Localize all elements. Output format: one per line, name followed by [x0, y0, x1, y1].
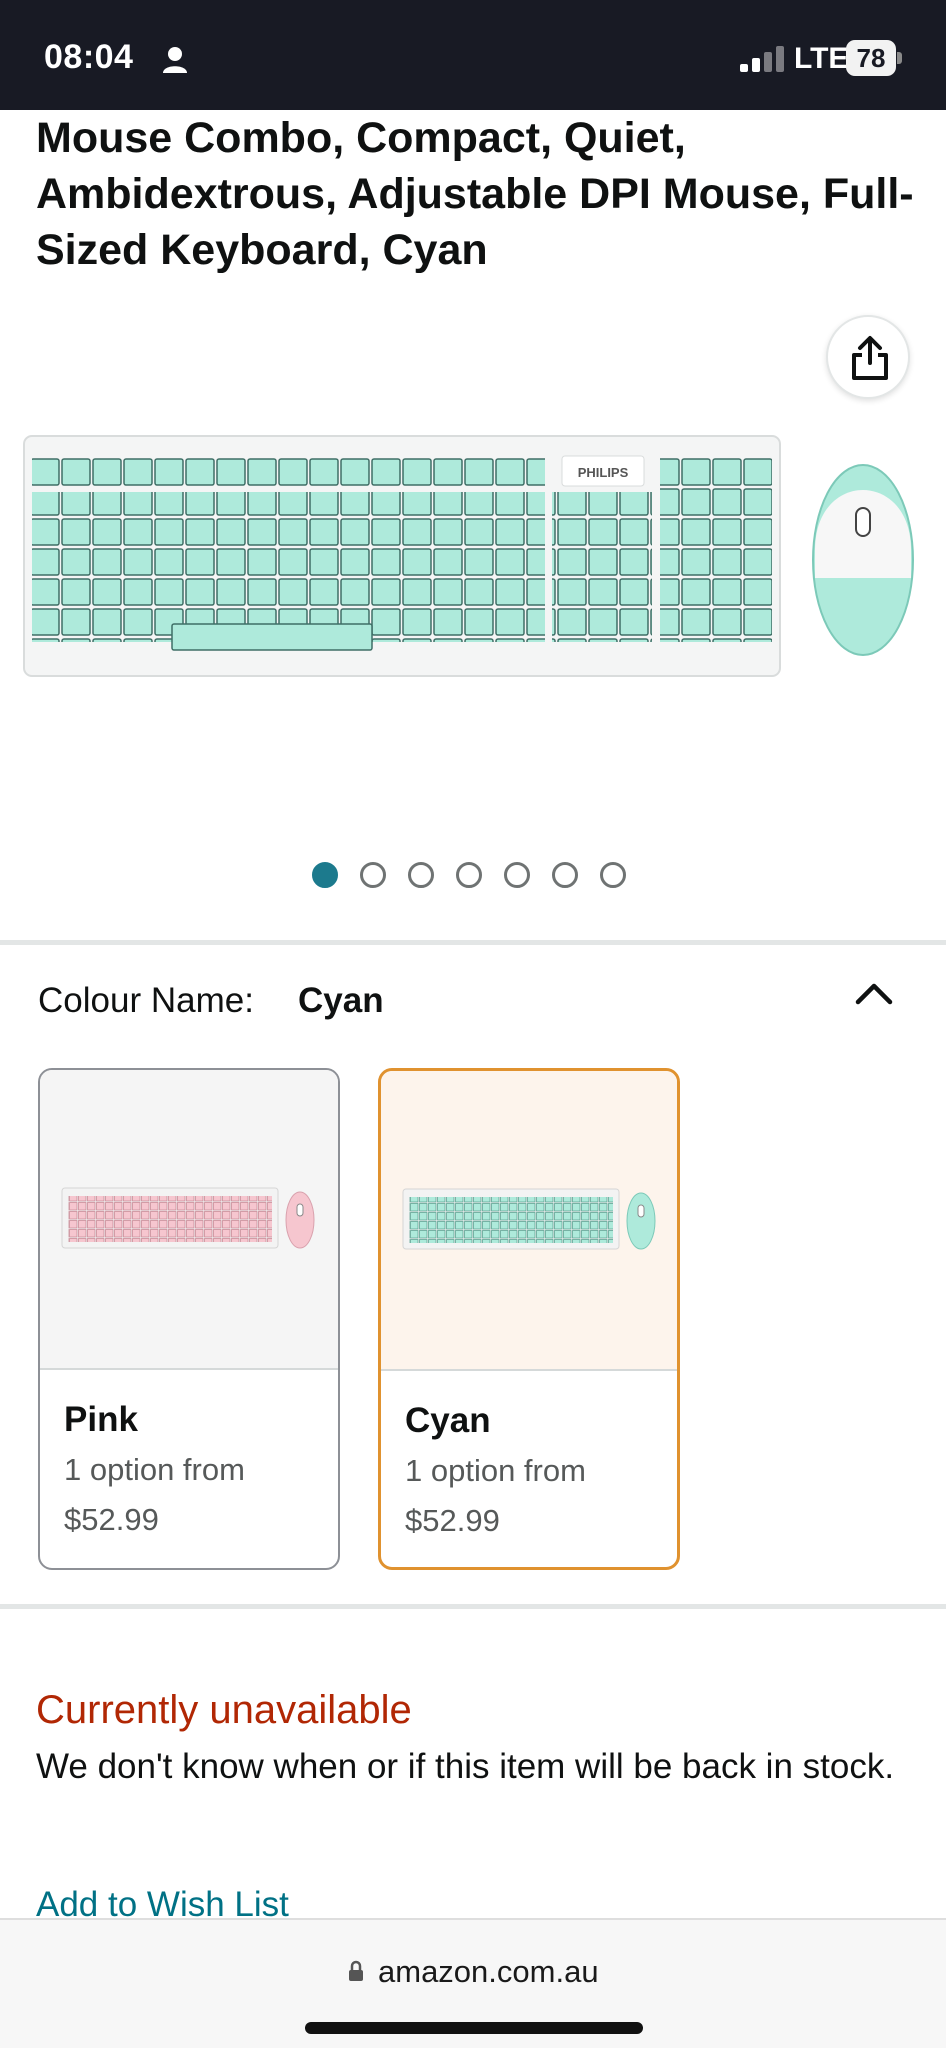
carousel-dot[interactable] — [408, 862, 434, 888]
carousel-dot[interactable] — [360, 862, 386, 888]
chevron-up-icon[interactable] — [852, 978, 896, 1008]
carousel-dot[interactable] — [504, 862, 530, 888]
browser-address-bar[interactable]: amazon.com.au — [0, 1918, 946, 2048]
share-icon — [852, 336, 888, 380]
image-carousel-dots[interactable] — [312, 862, 626, 890]
network-label: LTE — [794, 42, 849, 75]
product-title-container: Philips Wireless (2.4G) Keyboard and Mou… — [36, 110, 916, 290]
selected-colour-value: Cyan — [298, 981, 384, 1020]
swatch-image-cyan — [381, 1071, 677, 1371]
carousel-dot[interactable] — [600, 862, 626, 888]
carousel-dot[interactable] — [312, 862, 338, 888]
status-time: 08:04 — [44, 38, 134, 76]
section-divider — [0, 940, 946, 945]
swatch-name: Pink — [64, 1400, 138, 1439]
swatch-option-text: 1 option from — [64, 1452, 245, 1487]
colour-option-pink[interactable]: Pink 1 option from $52.99 — [38, 1068, 340, 1570]
swatch-price: $52.99 — [405, 1503, 500, 1538]
product-image[interactable]: PHILIPS — [22, 430, 942, 690]
url-text[interactable]: amazon.com.au — [378, 1954, 599, 1990]
home-indicator[interactable] — [305, 2022, 643, 2034]
swatch-price: $52.99 — [64, 1502, 159, 1537]
carousel-dot[interactable] — [552, 862, 578, 888]
signal-icon — [740, 46, 784, 72]
colour-option-cyan[interactable]: Cyan 1 option from $52.99 — [378, 1068, 680, 1570]
swatch-image-pink — [40, 1070, 338, 1370]
colour-label: Colour Name: — [38, 981, 254, 1020]
wishlist-link-container[interactable]: Add to Wish List — [36, 1880, 436, 1918]
brand-logo: PHILIPS — [578, 465, 629, 480]
person-icon — [163, 47, 187, 73]
product-title: Philips Wireless (2.4G) Keyboard and Mou… — [36, 114, 914, 274]
share-button[interactable] — [826, 315, 910, 399]
carousel-dot[interactable] — [456, 862, 482, 888]
status-bar: 08:04 LTE 78 — [0, 0, 946, 110]
availability-message: We don't know when or if this item will … — [36, 1747, 895, 1786]
add-to-wishlist-link[interactable]: Add to Wish List — [36, 1885, 289, 1918]
battery-level: 78 — [846, 40, 896, 76]
lock-icon — [349, 1960, 363, 1981]
battery-icon: 78 — [846, 40, 902, 76]
swatch-name: Cyan — [405, 1401, 491, 1440]
section-divider — [0, 1604, 946, 1609]
availability-heading: Currently unavailable — [36, 1688, 412, 1732]
swatch-option-text: 1 option from — [405, 1453, 586, 1488]
